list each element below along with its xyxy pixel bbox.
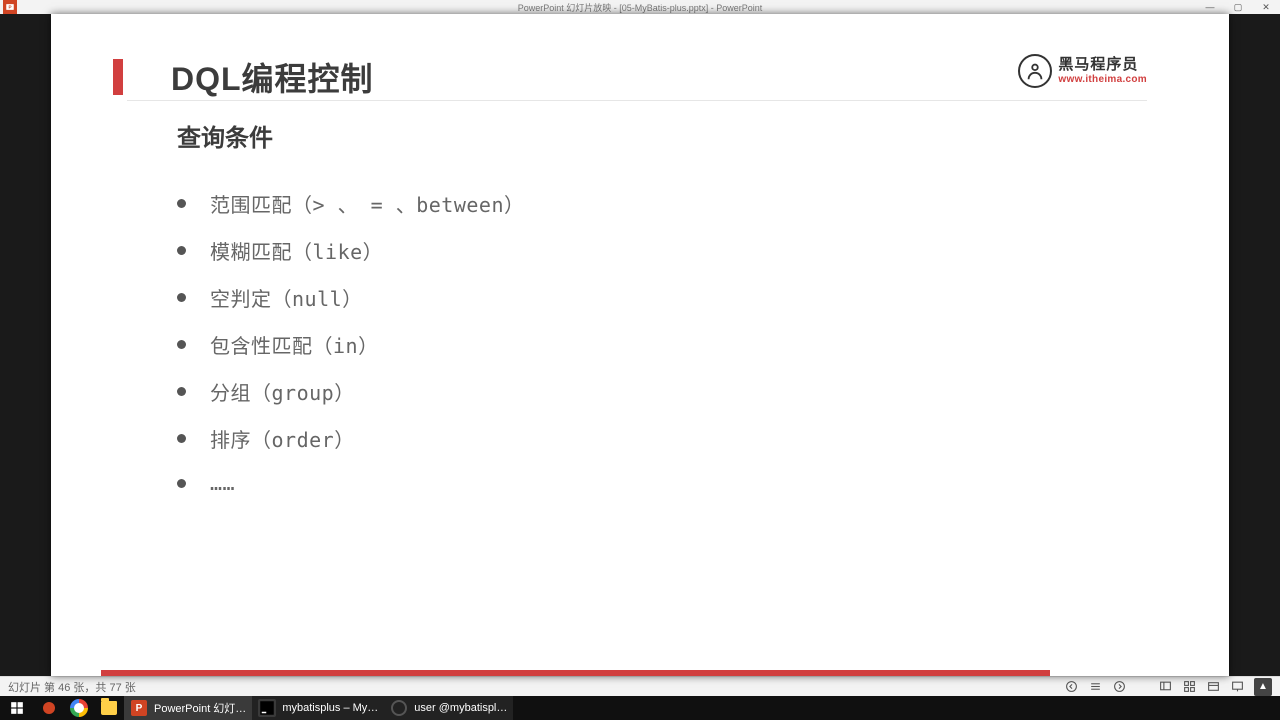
bullet-icon	[177, 199, 186, 208]
status-bar: 幻灯片 第 46 张，共 77 张 ▲	[0, 676, 1280, 696]
powerpoint-icon: P	[130, 699, 148, 717]
slide-progress-fill	[101, 670, 1050, 676]
next-slide-icon[interactable]	[1112, 680, 1126, 694]
slide-counter: 幻灯片 第 46 张，共 77 张	[8, 679, 136, 695]
bullet-text: 排序（order）	[210, 424, 355, 453]
folder-icon	[100, 699, 118, 717]
slide-subtitle: 查询条件	[177, 118, 1147, 153]
slide-title: DQL编程控制	[171, 54, 374, 100]
slide-progress-track	[101, 670, 1179, 676]
header-divider	[127, 100, 1147, 101]
taskbar-mobaxterm[interactable]: user @mybatispl…	[384, 696, 513, 720]
bullet-icon	[177, 293, 186, 302]
brand-text: 黑马程序员 www.itheima.com	[1058, 57, 1147, 85]
bullet-icon	[177, 246, 186, 255]
bullet-icon	[177, 340, 186, 349]
maximize-button[interactable]: ▢	[1224, 0, 1252, 14]
powerpoint-app-icon: P	[3, 0, 17, 14]
taskbar-explorer[interactable]	[94, 696, 124, 720]
list-item: 模糊匹配（like）	[177, 236, 1147, 265]
list-item: 分组（group）	[177, 377, 1147, 406]
list-item: 排序（order）	[177, 424, 1147, 453]
brand-url: www.itheima.com	[1058, 74, 1147, 85]
app-icon	[40, 699, 58, 717]
window-title: PowerPoint 幻灯片放映 - [05-MyBatis-plus.pptx…	[518, 1, 763, 14]
intellij-icon	[258, 699, 276, 717]
slide: DQL编程控制 黑马程序员 www.itheima.com 查询条件 范围匹配（…	[51, 14, 1229, 676]
menu-icon[interactable]	[1088, 680, 1102, 694]
list-item: 空判定（null）	[177, 283, 1147, 312]
window-titlebar: P PowerPoint 幻灯片放映 - [05-MyBatis-plus.pp…	[0, 0, 1280, 14]
prev-slide-icon[interactable]	[1064, 680, 1078, 694]
taskbar-item-label: mybatisplus – My…	[282, 702, 378, 714]
bullet-text: 空判定（null）	[210, 283, 363, 312]
list-item: 范围匹配（> 、 = 、between）	[177, 189, 1147, 218]
list-item: ……	[177, 471, 1147, 495]
bullet-icon	[177, 434, 186, 443]
bullet-text: 包含性匹配（in）	[210, 330, 379, 359]
taskbar: P PowerPoint 幻灯… mybatisplus – My… user …	[0, 696, 1280, 720]
minimize-button[interactable]: —	[1196, 0, 1224, 14]
slide-header: DQL编程控制	[113, 54, 1167, 100]
window-controls: — ▢ ✕	[1196, 0, 1280, 14]
brand-name: 黑马程序员	[1058, 57, 1147, 74]
taskbar-chrome[interactable]	[64, 696, 94, 720]
taskbar-intellij[interactable]: mybatisplus – My…	[252, 696, 384, 720]
bullet-text: 范围匹配（> 、 = 、between）	[210, 189, 525, 218]
accent-bar	[113, 59, 123, 95]
taskbar-powerpoint[interactable]: P PowerPoint 幻灯…	[124, 696, 252, 720]
list-item: 包含性匹配（in）	[177, 330, 1147, 359]
bullet-text: ……	[210, 471, 235, 495]
status-bar-right: ▲	[1064, 678, 1272, 696]
taskbar-item-label: user @mybatispl…	[414, 702, 507, 714]
svg-text:P: P	[8, 5, 11, 10]
slide-content: 查询条件 范围匹配（> 、 = 、between） 模糊匹配（like） 空判定…	[177, 118, 1147, 513]
reading-view-icon[interactable]	[1206, 680, 1220, 694]
close-button[interactable]: ✕	[1252, 0, 1280, 14]
sorter-view-icon[interactable]	[1182, 680, 1196, 694]
normal-view-icon[interactable]	[1158, 680, 1172, 694]
bullet-icon	[177, 479, 186, 488]
bullet-text: 模糊匹配（like）	[210, 236, 383, 265]
terminal-icon	[390, 699, 408, 717]
presentation-stage: DQL编程控制 黑马程序员 www.itheima.com 查询条件 范围匹配（…	[0, 14, 1280, 676]
bullet-text: 分组（group）	[210, 377, 355, 406]
bullet-icon	[177, 387, 186, 396]
taskbar-item-label: PowerPoint 幻灯…	[154, 700, 246, 716]
brand-logo-icon	[1018, 54, 1052, 88]
start-button[interactable]	[0, 696, 34, 720]
expand-button[interactable]: ▲	[1254, 678, 1272, 696]
taskbar-app-generic[interactable]	[34, 696, 64, 720]
brand-block: 黑马程序员 www.itheima.com	[1018, 54, 1147, 88]
bullet-list: 范围匹配（> 、 = 、between） 模糊匹配（like） 空判定（null…	[177, 189, 1147, 495]
chrome-icon	[70, 699, 88, 717]
slideshow-view-icon[interactable]	[1230, 680, 1244, 694]
